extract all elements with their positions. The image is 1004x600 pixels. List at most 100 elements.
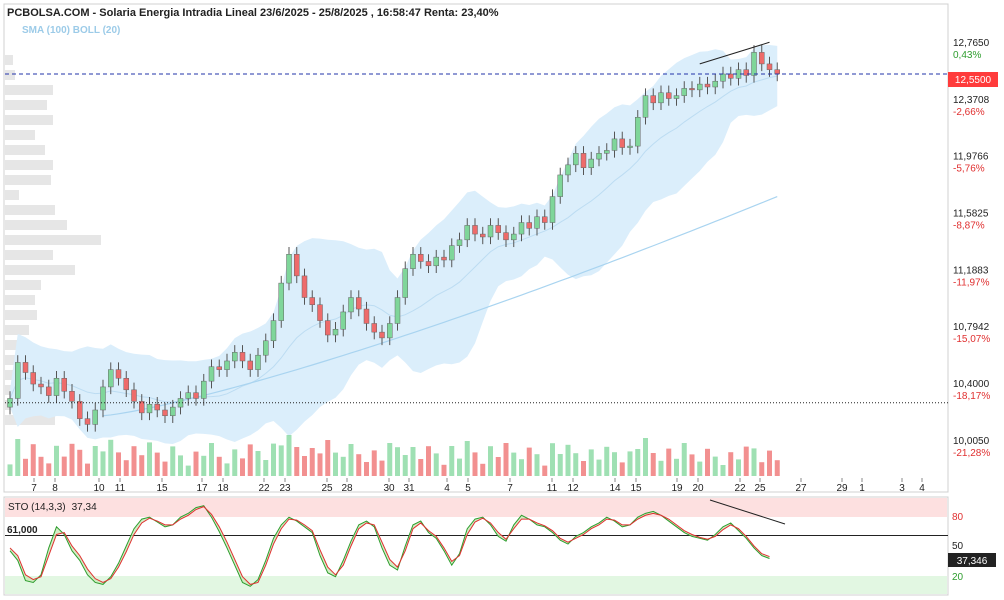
sto-current-label: 37,346	[957, 556, 988, 567]
candle-body	[100, 386, 106, 411]
candle-body	[294, 254, 300, 277]
candle-body	[666, 92, 672, 99]
candle-body	[115, 369, 122, 379]
volume-profile-bar	[5, 100, 47, 110]
volume-bar	[147, 442, 152, 476]
candle-body	[77, 401, 83, 419]
candle-body	[61, 378, 67, 392]
volume-bar	[550, 443, 555, 476]
candle-body	[278, 282, 284, 321]
volume-profile-bar	[5, 70, 15, 80]
volume-bar	[542, 465, 548, 476]
volume-bar	[232, 449, 238, 476]
date-tick-label: 1	[859, 483, 865, 494]
volume-bar	[77, 449, 83, 476]
volume-profile-bar	[5, 220, 67, 230]
volume-profile-bar	[5, 265, 75, 275]
candle-body	[573, 153, 579, 166]
date-tick-label: 30	[383, 483, 395, 494]
candle-body	[464, 225, 470, 241]
date-tick-label: 3	[899, 483, 905, 494]
volume-bar	[705, 448, 710, 476]
candle-body	[689, 88, 695, 91]
volume-bar	[162, 461, 168, 476]
volume-bar	[402, 455, 408, 476]
date-tick-label: 20	[692, 483, 704, 494]
volume-bar	[348, 444, 354, 476]
candle-body	[146, 403, 153, 414]
price-tick-percent: -8,87%	[953, 221, 985, 232]
date-tick-label: 22	[734, 483, 746, 494]
candle-body	[255, 354, 261, 370]
volume-bar	[100, 451, 106, 476]
candle-body	[557, 174, 563, 197]
volume-bar	[209, 443, 214, 476]
volume-bar	[534, 454, 540, 476]
volume-bar	[240, 458, 245, 476]
volume-bar	[681, 443, 687, 476]
volume-bar	[480, 463, 486, 476]
volume-profile-bar	[5, 85, 53, 95]
candle-body	[247, 360, 253, 370]
price-tick-label: 11,9766	[953, 152, 989, 163]
chart-title: PCBOLSA.COM - Solaria Energia Intradia L…	[7, 7, 499, 19]
candle-body	[743, 69, 749, 76]
candle-body	[286, 254, 292, 284]
candle-body	[495, 225, 501, 233]
volume-bar	[193, 451, 199, 476]
volume-bar	[526, 447, 532, 476]
date-tick-label: 27	[795, 483, 807, 494]
candle-body	[681, 88, 687, 96]
price-tick-percent: 0,43%	[953, 50, 981, 61]
volume-bar	[712, 456, 718, 476]
volume-bar	[511, 452, 517, 476]
volume-bar	[23, 458, 28, 476]
candle-body	[301, 275, 308, 298]
volume-bar	[364, 462, 369, 476]
volume-bar	[46, 463, 52, 476]
candle-body	[38, 383, 44, 388]
volume-bar	[449, 446, 455, 476]
date-tick-label: 22	[258, 483, 270, 494]
volume-bar	[247, 444, 253, 476]
volume-bar	[333, 452, 338, 476]
volume-bar	[565, 444, 571, 476]
date-tick-label: 18	[217, 483, 229, 494]
volume-bar	[495, 457, 501, 476]
candle-body	[340, 311, 346, 330]
price-tick-percent: -11,97%	[953, 277, 990, 288]
volume-bar	[302, 456, 307, 476]
sto-overbought-zone	[5, 498, 947, 517]
candle-body	[449, 245, 455, 261]
candle-body	[30, 372, 36, 385]
volume-bar	[139, 455, 145, 476]
sto-tick-50: 50	[952, 541, 964, 552]
volume-bar	[720, 465, 726, 476]
volume-bar	[123, 460, 129, 476]
volume-bar	[309, 448, 315, 476]
volume-bar	[743, 446, 749, 476]
price-tick-percent: -5,76%	[953, 164, 985, 175]
volume-bar	[85, 463, 90, 476]
volume-bar	[488, 446, 493, 476]
volume-bar	[674, 458, 679, 476]
volume-bar	[627, 451, 633, 476]
volume-profile-bar	[5, 205, 55, 215]
volume-bar	[286, 435, 292, 476]
candle-body	[673, 95, 680, 99]
volume-bar	[201, 455, 207, 476]
price-tick-label: 11,1883	[953, 265, 989, 276]
date-tick-label: 19	[671, 483, 683, 494]
price-tick-label: 11,5825	[953, 209, 989, 220]
volume-bar	[255, 451, 261, 476]
candle-body	[84, 418, 91, 425]
price-tick-percent: -2,66%	[953, 107, 985, 118]
date-tick-label: 17	[196, 483, 208, 494]
candle-body	[123, 378, 129, 391]
volume-bar	[619, 462, 625, 476]
volume-bar	[433, 453, 439, 476]
volume-bar	[650, 453, 656, 476]
date-tick-label: 15	[156, 483, 168, 494]
volume-bar	[224, 463, 230, 476]
volume-profile-bar	[5, 175, 51, 185]
